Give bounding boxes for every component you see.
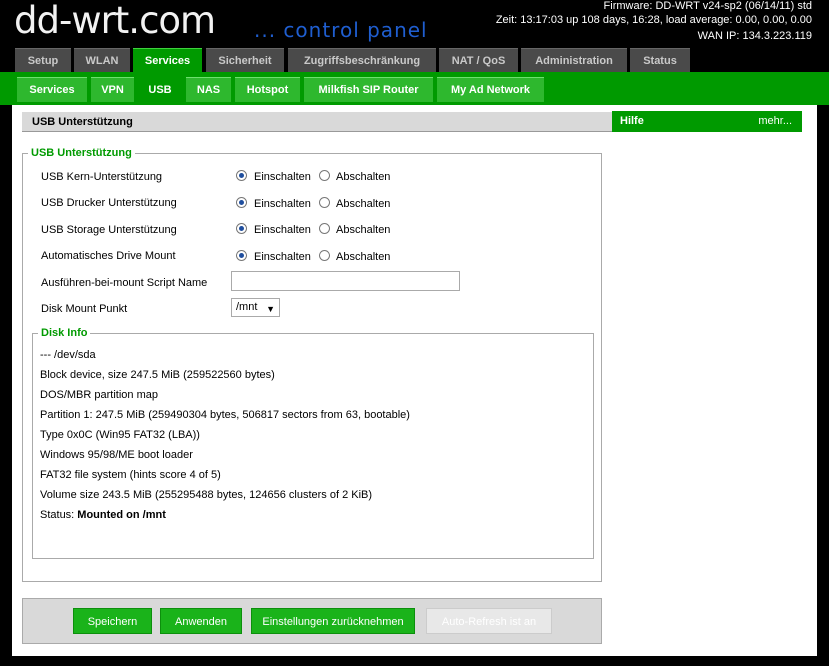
uptime-info: Zeit: 13:17:03 up 108 days, 16:28, load … (495, 14, 812, 26)
tab-sicherheit[interactable]: Sicherheit (206, 48, 284, 72)
auto-drive-mount-label: Automatisches Drive Mount (41, 250, 176, 262)
subtab-milkfish-sip-router[interactable]: Milkfish SIP Router (304, 77, 433, 102)
usb-printer-enable-label: Einschalten (254, 198, 311, 210)
help-panel: Hilfe mehr... (612, 111, 802, 132)
auto-drive-mount-enable-radio[interactable] (236, 250, 247, 261)
disk-status-label: Status: (40, 509, 78, 521)
usb-core-enable-label: Einschalten (254, 171, 311, 183)
subtab-hotspot[interactable]: Hotspot (235, 77, 300, 102)
auto-refresh-button[interactable]: Auto-Refresh ist an (426, 608, 552, 634)
disk-info-line: Block device, size 247.5 MiB (259522560 … (40, 369, 275, 381)
usb-storage-disable-radio[interactable] (319, 223, 330, 234)
usb-core-disable-label: Abschalten (336, 171, 391, 183)
auto-drive-mount-disable-label: Abschalten (336, 251, 391, 263)
usb-printer-label: USB Drucker Unterstützung (41, 197, 177, 209)
disk-info-line: DOS/MBR partition map (40, 389, 158, 401)
disk-status-value: Mounted on /mnt (77, 509, 166, 521)
disk-info-line: Windows 95/98/ME boot loader (40, 449, 193, 461)
disk-info-legend: Disk Info (38, 326, 91, 340)
disk-info-line: FAT32 file system (hints score 4 of 5) (40, 469, 221, 481)
mount-point-label: Disk Mount Punkt (41, 303, 128, 315)
usb-storage-disable-label: Abschalten (336, 224, 391, 236)
apply-button[interactable]: Anwenden (160, 608, 242, 634)
tab-services[interactable]: Services (133, 48, 202, 74)
auto-drive-mount-disable-radio[interactable] (319, 250, 330, 261)
usb-storage-label: USB Storage Unterstützung (41, 224, 177, 236)
usb-core-label: USB Kern-Unterstützung (41, 171, 163, 183)
tab-nat-qos[interactable]: NAT / QoS (439, 48, 518, 72)
usb-printer-enable-radio[interactable] (236, 197, 247, 208)
usb-printer-disable-radio[interactable] (319, 197, 330, 208)
usb-core-disable-radio[interactable] (319, 170, 330, 181)
save-button[interactable]: Speichern (73, 608, 152, 634)
firmware-info: Firmware: DD-WRT v24-sp2 (06/14/11) std (603, 0, 812, 12)
auto-drive-mount-enable-label: Einschalten (254, 251, 311, 263)
control-panel-subtitle: ... control panel (254, 18, 428, 42)
chevron-down-icon: ▼ (266, 304, 275, 314)
button-bar: Speichern Anwenden Einstellungen zurückn… (22, 598, 602, 644)
usb-support-fieldset: USB Unterstützung USB Kern-Unterstützung… (22, 146, 602, 582)
help-more-link[interactable]: mehr... (758, 111, 792, 132)
subtab-usb[interactable]: USB (138, 77, 182, 102)
tab-wlan[interactable]: WLAN (74, 48, 130, 72)
mount-point-select[interactable]: /mnt ▼ (231, 298, 280, 317)
tab-status[interactable]: Status (630, 48, 690, 72)
usb-core-enable-radio[interactable] (236, 170, 247, 181)
disk-status: Status: Mounted on /mnt (40, 509, 166, 521)
usb-support-legend: USB Unterstützung (28, 146, 135, 160)
script-name-label: Ausführen-bei-mount Script Name (41, 277, 208, 289)
mount-point-value: /mnt (236, 301, 258, 313)
subtab-my-ad-network[interactable]: My Ad Network (437, 77, 544, 102)
disk-info-line: Type 0x0C (Win95 FAT32 (LBA)) (40, 429, 200, 441)
tab-administration[interactable]: Administration (521, 48, 627, 72)
help-title: Hilfe (620, 115, 644, 127)
wan-ip-info: WAN IP: 134.3.223.119 (697, 30, 812, 42)
disk-info-fieldset: Disk Info --- /dev/sda Block device, siz… (32, 326, 594, 559)
disk-info-line: Partition 1: 247.5 MiB (259490304 bytes,… (40, 409, 410, 421)
script-name-input[interactable] (231, 271, 460, 291)
disk-info-line: Volume size 243.5 MiB (255295488 bytes, … (40, 489, 373, 501)
usb-storage-enable-label: Einschalten (254, 224, 311, 236)
disk-info-line: --- /dev/sda (40, 349, 96, 361)
tab-setup[interactable]: Setup (15, 48, 71, 72)
usb-printer-disable-label: Abschalten (336, 198, 391, 210)
section-title: USB Unterstützung (22, 112, 612, 132)
subtab-services[interactable]: Services (17, 77, 87, 102)
tab-zugriffsbeschraenkung[interactable]: Zugriffsbeschränkung (288, 48, 436, 72)
dd-wrt-logo: dd-wrt.com (14, 0, 216, 42)
content-area: USB Unterstützung USB Unterstützung USB … (12, 105, 817, 656)
subtab-vpn[interactable]: VPN (91, 77, 134, 102)
usb-storage-enable-radio[interactable] (236, 223, 247, 234)
reset-settings-button[interactable]: Einstellungen zurücknehmen (251, 608, 415, 634)
subtab-nas[interactable]: NAS (186, 77, 231, 102)
header: dd-wrt.com ... control panel Firmware: D… (0, 0, 829, 46)
